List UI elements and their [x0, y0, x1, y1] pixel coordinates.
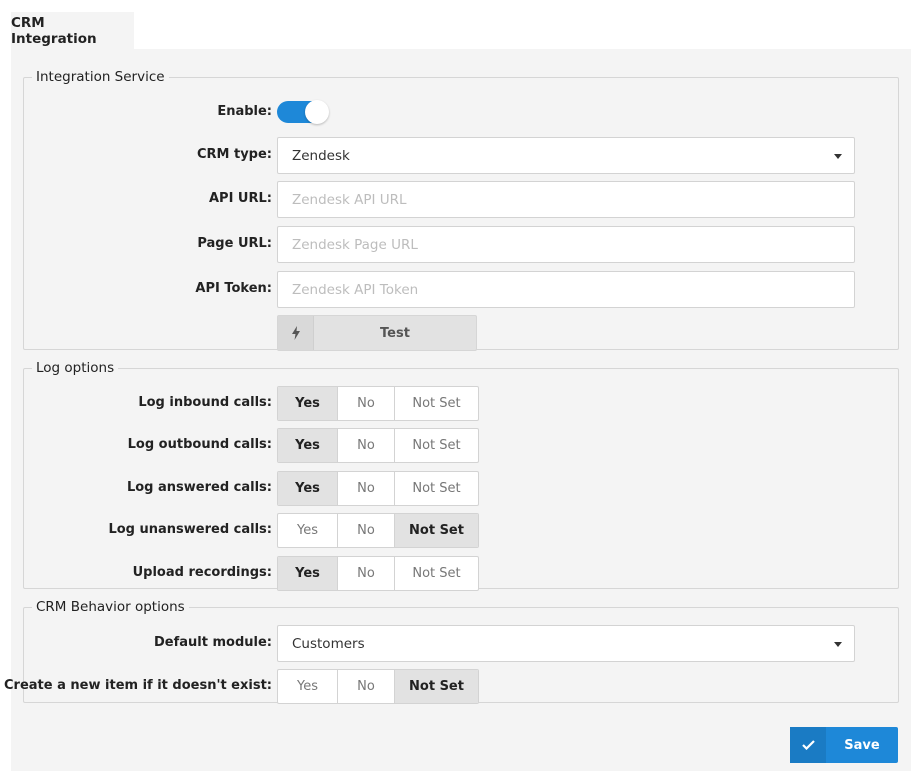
page-url-label: Page URL: [197, 236, 272, 251]
segment-yes[interactable]: Yes [278, 670, 338, 703]
api-url-row: API URL: [24, 181, 898, 221]
default-module-label: Default module: [154, 635, 272, 650]
segment-yes[interactable]: Yes [278, 429, 338, 462]
bolt-icon [278, 316, 314, 350]
crm-integration-panel: Integration Service Enable: CRM type: Ze… [4, 49, 911, 771]
segment-not-set[interactable]: Not Set [395, 387, 478, 420]
crm-type-select[interactable]: Zendesk [277, 137, 855, 174]
create-item-row: Create a new item if it doesn't exist: Y… [4, 669, 898, 709]
page-url-row: Page URL: [24, 226, 898, 266]
default-module-value: Customers [292, 635, 365, 652]
segment-yes[interactable]: Yes [278, 514, 338, 547]
segment-not-set[interactable]: Not Set [395, 670, 478, 703]
log-unanswered-row: Log unanswered calls: Yes No Not Set [24, 513, 898, 553]
enable-label: Enable: [217, 104, 272, 119]
test-button[interactable]: Test [277, 315, 477, 351]
default-module-select[interactable]: Customers [277, 625, 855, 662]
default-module-row: Default module: Customers [24, 625, 898, 665]
segment-no[interactable]: No [338, 472, 395, 505]
log-outbound-segmented: Yes No Not Set [277, 428, 479, 463]
log-answered-row: Log answered calls: Yes No Not Set [24, 471, 898, 511]
segment-no[interactable]: No [338, 557, 395, 590]
api-token-row: API Token: [24, 271, 898, 311]
api-url-input[interactable] [277, 181, 855, 218]
log-answered-segmented: Yes No Not Set [277, 471, 479, 506]
upload-recordings-segmented: Yes No Not Set [277, 556, 479, 591]
chevron-down-icon [834, 642, 842, 647]
create-item-segmented: Yes No Not Set [277, 669, 479, 704]
segment-no[interactable]: No [338, 670, 395, 703]
log-inbound-segmented: Yes No Not Set [277, 386, 479, 421]
api-url-label: API URL: [208, 191, 272, 206]
integration-service-fieldset: Integration Service Enable: CRM type: Ze… [23, 69, 899, 351]
enable-toggle[interactable] [277, 100, 329, 124]
enable-row: Enable: [24, 100, 898, 140]
segment-not-set[interactable]: Not Set [395, 472, 478, 505]
log-outbound-row: Log outbound calls: Yes No Not Set [24, 428, 898, 468]
tab-crm-integration[interactable]: CRM Integration [11, 12, 134, 49]
segment-not-set[interactable]: Not Set [395, 429, 478, 462]
log-inbound-label: Log inbound calls: [138, 395, 272, 410]
segment-not-set[interactable]: Not Set [395, 514, 478, 547]
crm-behavior-legend: CRM Behavior options [36, 599, 185, 615]
crm-type-label: CRM type: [196, 147, 272, 162]
crm-behavior-fieldset: CRM Behavior options Default module: Cus… [4, 599, 899, 704]
segment-no[interactable]: No [338, 514, 395, 547]
segment-not-set[interactable]: Not Set [395, 557, 478, 590]
create-item-label: Create a new item if it doesn't exist: [4, 678, 272, 693]
check-icon [790, 727, 826, 763]
crm-type-row: CRM type: Zendesk [24, 137, 898, 177]
upload-recordings-label: Upload recordings: [132, 565, 272, 580]
page-url-input[interactable] [277, 226, 855, 263]
log-answered-label: Log answered calls: [126, 480, 272, 495]
log-unanswered-segmented: Yes No Not Set [277, 513, 479, 548]
chevron-down-icon [834, 154, 842, 159]
log-outbound-label: Log outbound calls: [127, 437, 272, 452]
log-options-legend: Log options [36, 360, 115, 376]
api-token-label: API Token: [195, 281, 272, 296]
upload-recordings-row: Upload recordings: Yes No Not Set [24, 556, 898, 596]
segment-yes[interactable]: Yes [278, 557, 338, 590]
save-button[interactable]: Save [790, 727, 898, 763]
log-unanswered-label: Log unanswered calls: [108, 522, 272, 537]
test-button-label: Test [380, 325, 410, 341]
crm-type-value: Zendesk [292, 147, 350, 164]
segment-yes[interactable]: Yes [278, 387, 338, 420]
log-inbound-row: Log inbound calls: Yes No Not Set [24, 386, 898, 426]
save-button-label: Save [844, 737, 880, 753]
segment-yes[interactable]: Yes [278, 472, 338, 505]
api-token-input[interactable] [277, 271, 855, 308]
segment-no[interactable]: No [338, 429, 395, 462]
segment-no[interactable]: No [338, 387, 395, 420]
log-options-fieldset: Log options Log inbound calls: Yes No No… [23, 360, 899, 591]
toggle-knob [305, 100, 329, 124]
integration-service-legend: Integration Service [36, 69, 165, 85]
